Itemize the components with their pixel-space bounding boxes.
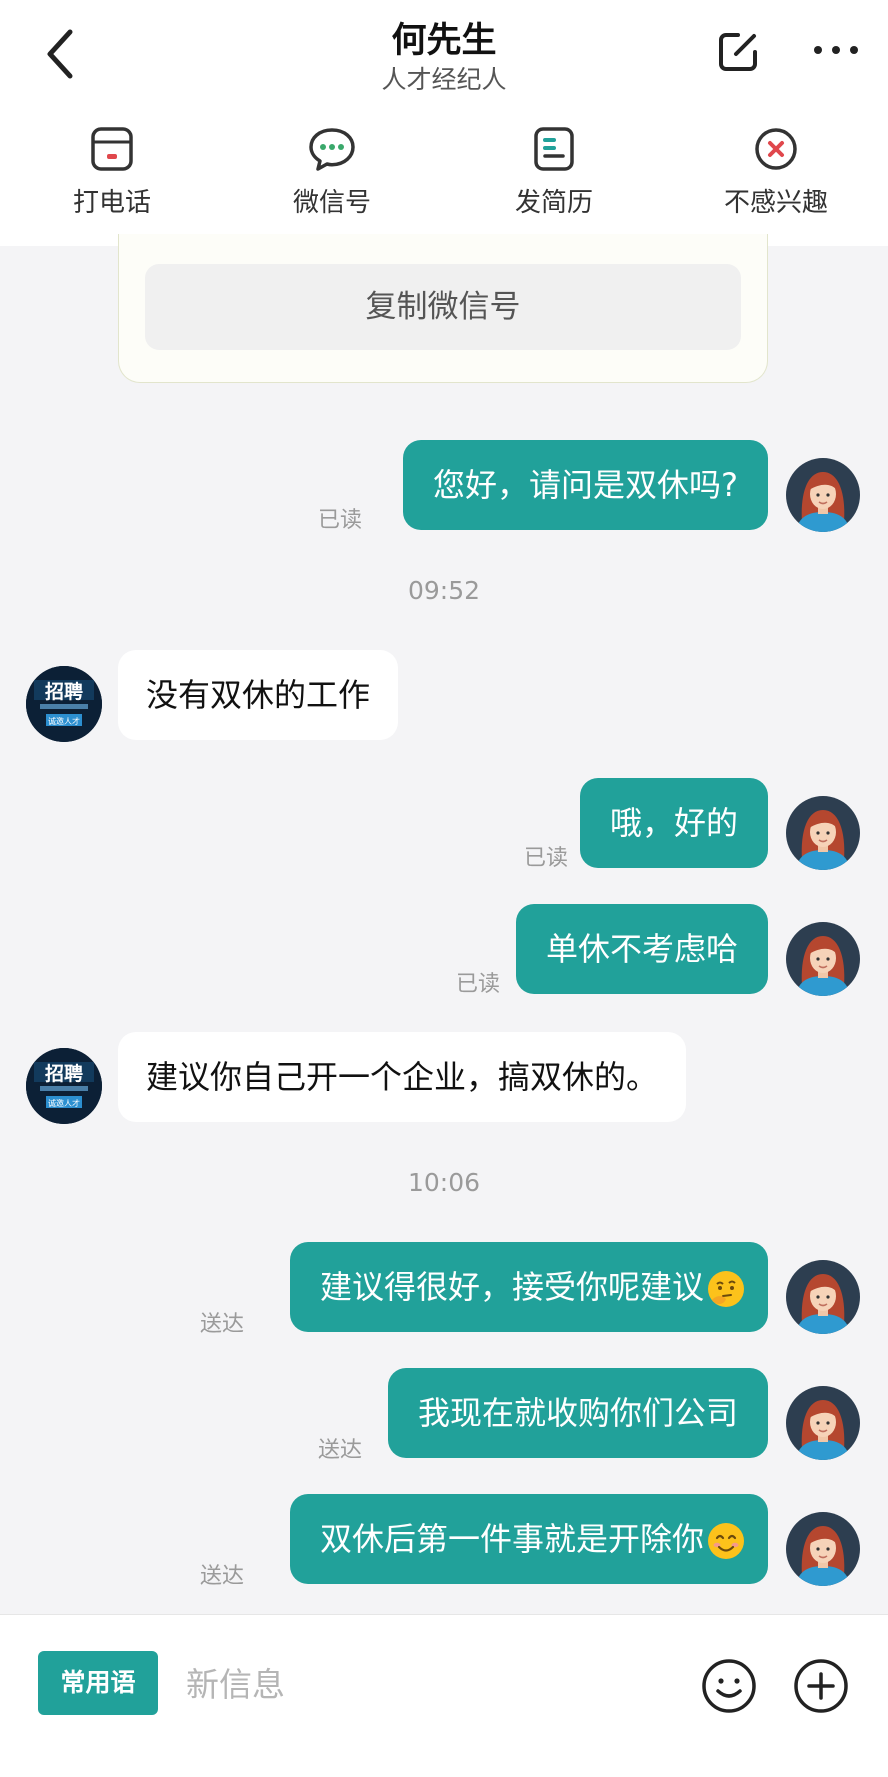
avatar-banner-text: 招聘 [45,680,83,703]
my-avatar[interactable] [786,1386,860,1460]
phone-card-icon [91,127,133,171]
avatar-small-text: 诚邀人才 [48,1098,80,1108]
read-status: 已读 [456,972,501,997]
input-bar: 常用语 [0,1614,888,1777]
my-avatar[interactable] [786,922,860,996]
not-interested-label: 不感兴趣 [723,188,828,218]
action-bar: 打电话 微信号 发简历 不感兴趣 [0,108,888,246]
recruitment-poster-icon: 招聘 诚邀人才 [26,666,102,742]
emoji-icon[interactable] [700,1657,758,1715]
common-phrases-button[interactable]: 常用语 [38,1651,158,1715]
chat-bubble-icon [309,128,355,171]
message-text: 双休后第一件事就是开除你 [319,1520,704,1558]
message-bubble-sent[interactable]: 建议得很好，接受你呢建议 [289,1242,768,1332]
woman-avatar-icon [786,1386,860,1460]
my-avatar[interactable] [786,458,860,532]
woman-avatar-icon [786,1260,860,1334]
recruiter-avatar[interactable]: 招聘 诚邀人才 [26,666,102,742]
wechat-card: 复制微信号 [118,234,768,383]
message-bubble-sent[interactable]: 双休后第一件事就是开除你 [289,1494,768,1584]
call-action[interactable]: 打电话 [42,126,182,219]
avatar-small-text: 诚邀人才 [48,716,80,726]
resume-icon [534,127,574,171]
avatar-banner-text: 招聘 [45,1062,83,1085]
delivered-status: 送达 [200,1312,245,1337]
resume-action[interactable]: 发简历 [484,126,624,219]
my-avatar[interactable] [786,1512,860,1586]
timestamp: 09:52 [407,576,481,605]
recruitment-poster-icon: 招聘 诚邀人才 [26,1048,102,1124]
woman-avatar-icon [786,796,860,870]
message-text: 建议得很好，接受你呢建议 [319,1268,704,1306]
message-bubble-sent[interactable]: 我现在就收购你们公司 [387,1368,768,1458]
delivered-status: 送达 [200,1564,245,1589]
delivered-status: 送达 [318,1438,363,1463]
edit-icon[interactable] [716,30,760,74]
message-bubble-received[interactable]: 建议你自己开一个企业，搞双休的。 [118,1032,687,1122]
wechat-action[interactable]: 微信号 [262,126,402,219]
my-avatar[interactable] [786,796,860,870]
message-bubble-sent[interactable]: 单休不考虑哈 [515,904,768,994]
woman-avatar-icon [786,458,860,532]
smiling-face-emoji-icon [708,1523,744,1559]
read-status: 已读 [318,508,363,533]
timestamp: 10:06 [407,1168,481,1197]
add-icon[interactable] [792,1657,850,1715]
resume-label: 发简历 [514,188,593,218]
chat-header: 何先生 人才经纪人 [0,0,888,108]
message-bubble-sent[interactable]: 您好，请问是双休吗? [403,440,768,530]
message-bubble-received[interactable]: 没有双休的工作 [118,650,399,740]
not-interested-action[interactable]: 不感兴趣 [706,126,846,219]
thinking-face-emoji-icon [708,1271,744,1307]
copy-wechat-button[interactable]: 复制微信号 [145,264,741,350]
more-options-icon[interactable] [812,44,860,56]
message-bubble-sent[interactable]: 哦，好的 [579,778,768,868]
not-interested-icon [755,128,797,170]
message-input[interactable] [184,1643,688,1725]
wechat-label: 微信号 [292,188,371,218]
my-avatar[interactable] [786,1260,860,1334]
woman-avatar-icon [786,922,860,996]
read-status: 已读 [524,846,569,871]
call-label: 打电话 [72,188,151,218]
woman-avatar-icon [786,1512,860,1586]
recruiter-avatar[interactable]: 招聘 诚邀人才 [26,1048,102,1124]
